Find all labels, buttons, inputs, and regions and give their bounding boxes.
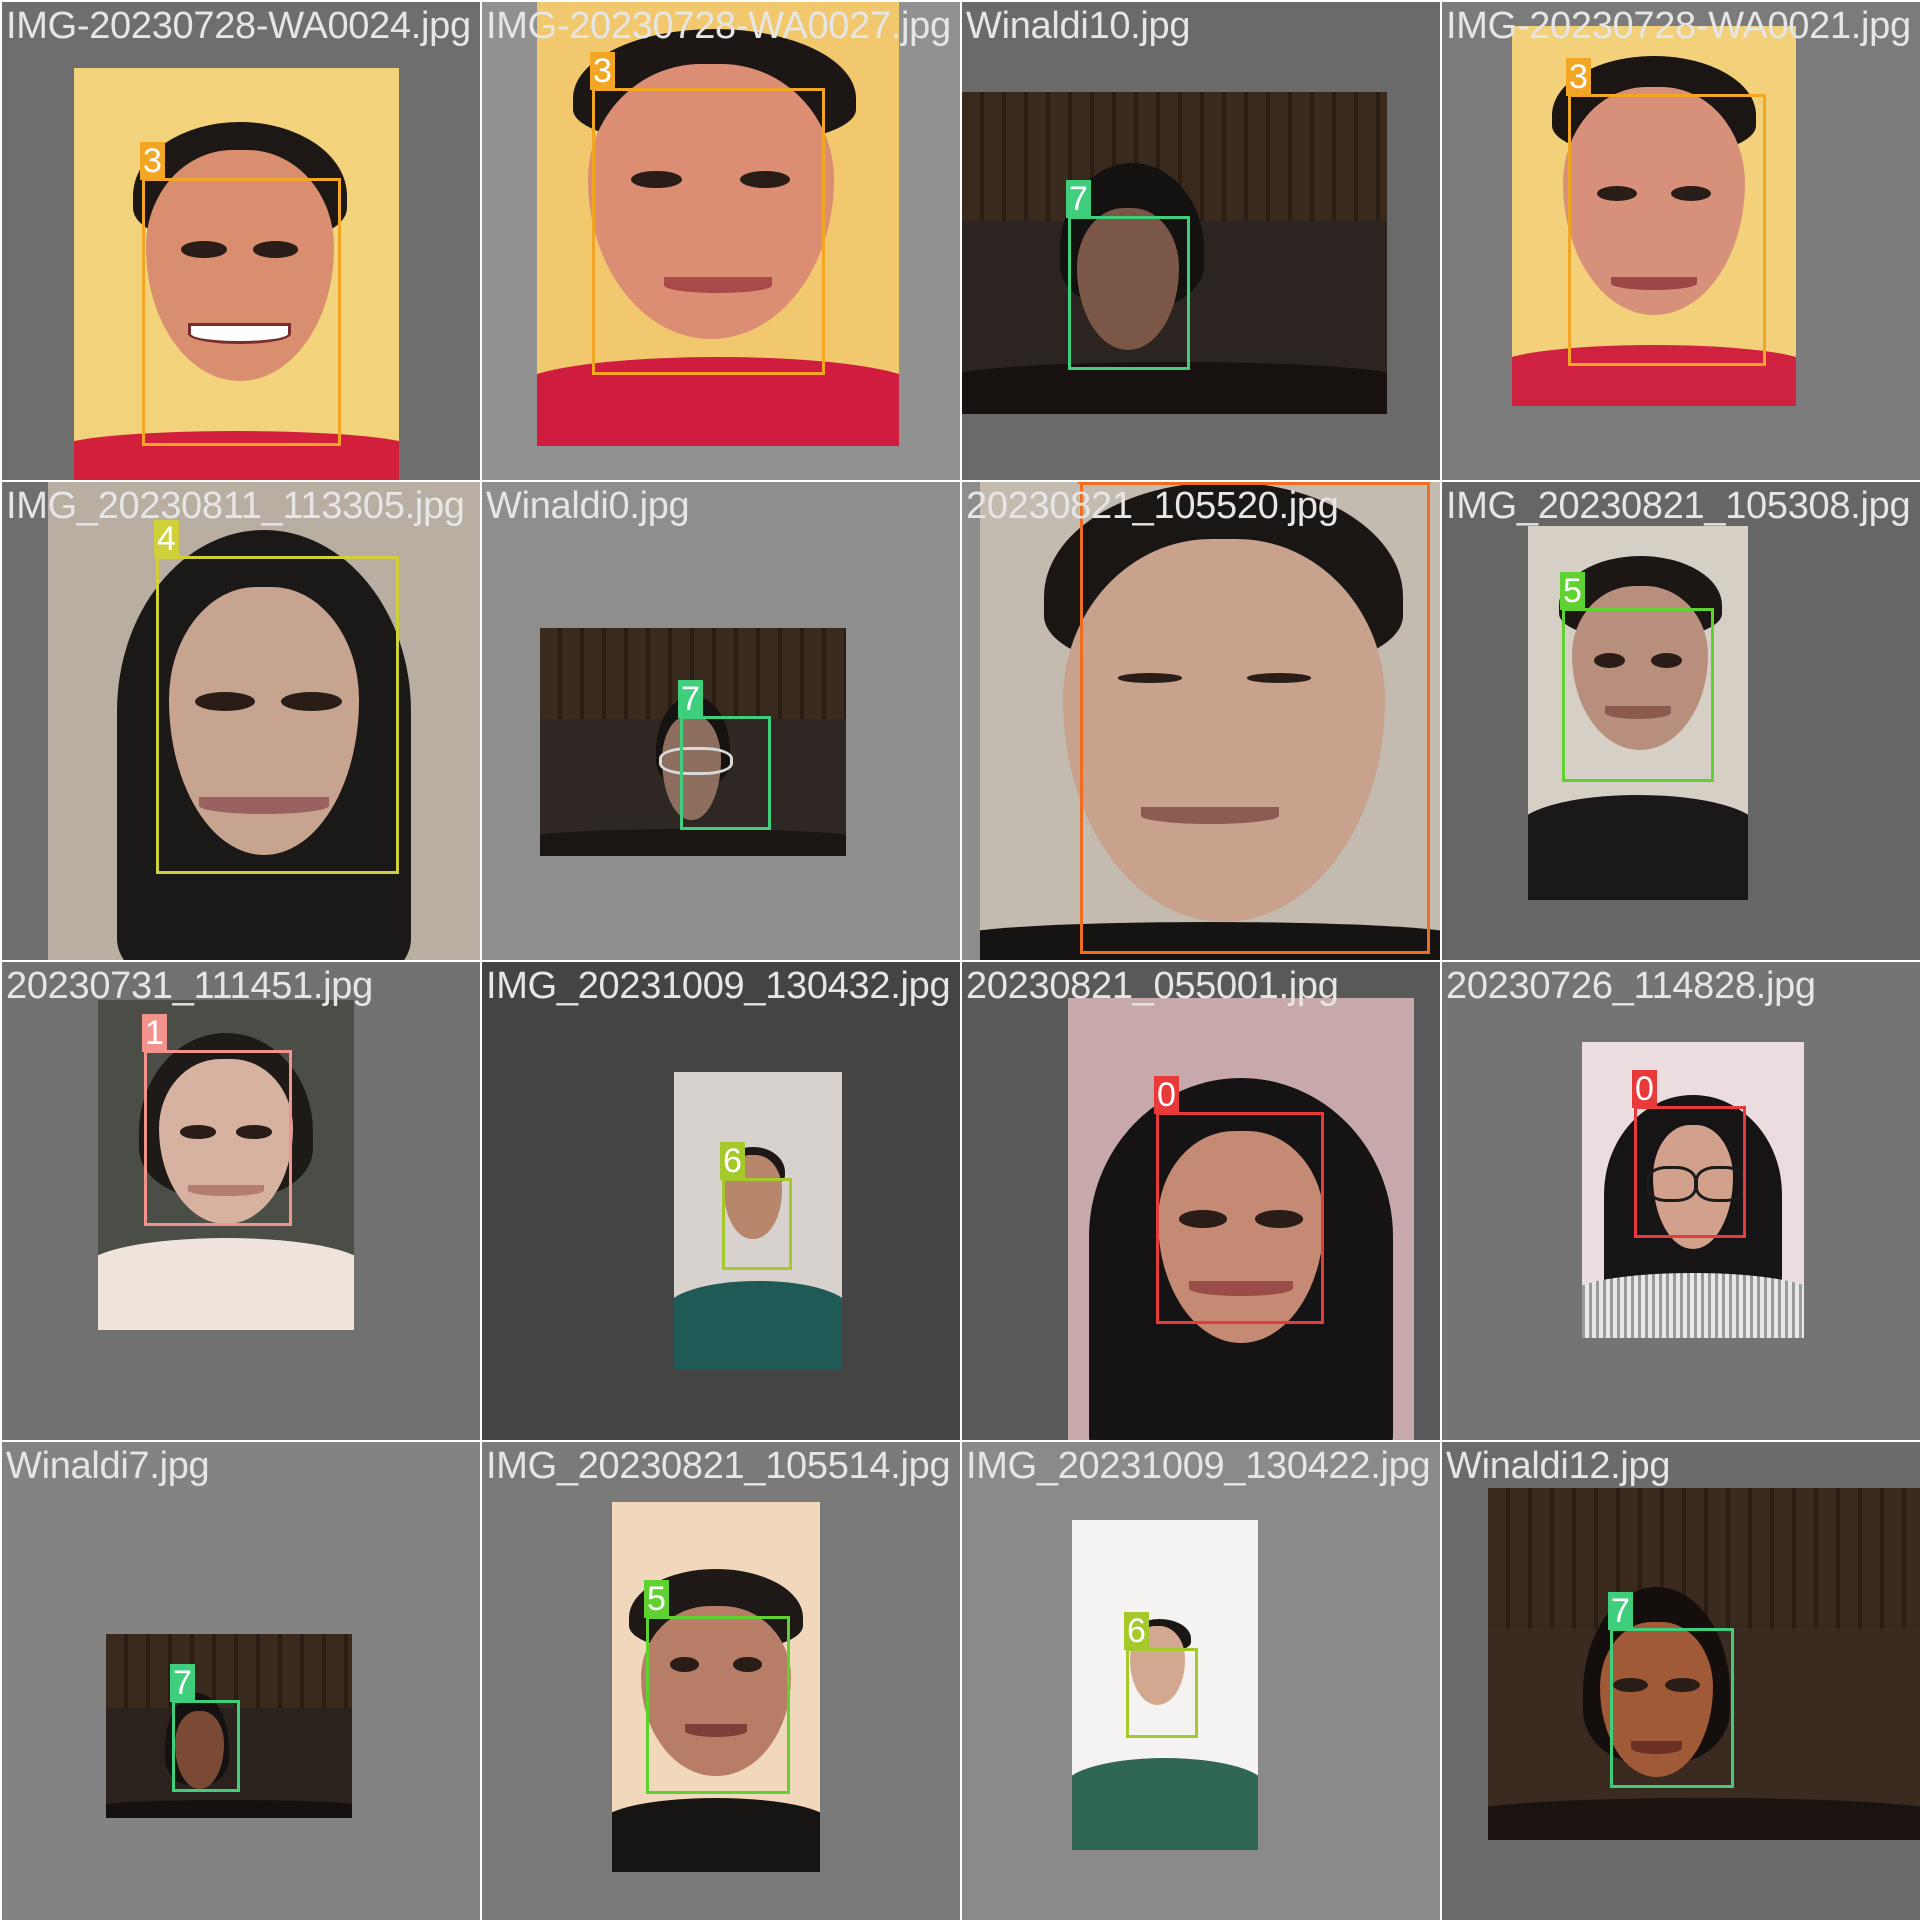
image-filename: 20230821_105520.jpg [966,485,1339,527]
mosaic-tile: 3 IMG-20230728-WA0027.jpg [482,2,960,480]
class-label: 6 [1124,1612,1149,1650]
mosaic-tile: 7 Winaldi7.jpg [2,1442,480,1920]
class-label: 1 [142,1014,167,1052]
class-label: 3 [1566,58,1591,96]
mosaic-tile: 5 IMG_20230821_105514.jpg [482,1442,960,1920]
class-label: 7 [1066,180,1091,218]
class-label: 0 [1632,1070,1657,1108]
image-filename: IMG_20230821_105514.jpg [486,1445,951,1487]
class-label: 7 [678,680,703,718]
bounding-box [722,1178,792,1270]
mosaic-tile: 7 Winaldi0.jpg [482,482,960,960]
class-label: 6 [720,1142,745,1180]
class-label: 3 [590,52,615,90]
image-filename: IMG-20230728-WA0024.jpg [6,5,471,47]
image-filename: Winaldi0.jpg [486,485,690,527]
bounding-box [1126,1648,1198,1738]
bounding-box [1562,608,1714,782]
image-filename: Winaldi7.jpg [6,1445,210,1487]
bounding-box [1080,482,1430,954]
mosaic-tile: 0 20230726_114828.jpg [1442,962,1920,1440]
bounding-box [172,1700,240,1792]
mosaic-tile: 3 IMG-20230728-WA0024.jpg [2,2,480,480]
class-label: 5 [1560,572,1585,610]
bounding-box [646,1616,790,1794]
image-filename: 20230731_111451.jpg [6,965,373,1007]
image-filename: 20230726_114828.jpg [1446,965,1816,1007]
bounding-box [1068,216,1190,370]
bounding-box [1634,1106,1746,1238]
class-label: 0 [1154,1076,1179,1114]
image-filename: IMG-20230728-WA0021.jpg [1446,5,1911,47]
class-label: 7 [1608,1592,1633,1630]
mosaic-tile: 3 IMG-20230728-WA0021.jpg [1442,2,1920,480]
class-label: 5 [644,1580,669,1618]
bounding-box [1156,1112,1324,1324]
mosaic-tile: 7 Winaldi12.jpg [1442,1442,1920,1920]
bounding-box [680,716,771,830]
bounding-box [142,178,341,446]
mosaic-tile: 6 IMG_20231009_130422.jpg [962,1442,1440,1920]
bounding-box [1610,1628,1734,1788]
mosaic-tile: 5 IMG_20230821_105308.jpg [1442,482,1920,960]
bounding-box [592,88,825,375]
mosaic-tile: 0 20230821_055001.jpg [962,962,1440,1440]
detection-mosaic: 3 IMG-20230728-WA0024.jpg 3 IMG-20230728… [0,0,1920,1920]
mosaic-tile: 4 IMG_20230811_113305.jpg [2,482,480,960]
image-filename: 20230821_055001.jpg [966,965,1339,1007]
image-filename: IMG_20230821_105308.jpg [1446,485,1911,527]
image-filename: Winaldi12.jpg [1446,1445,1671,1487]
image-filename: Winaldi10.jpg [966,5,1191,47]
mosaic-tile: 6 IMG_20231009_130432.jpg [482,962,960,1440]
mosaic-tile: 7 Winaldi10.jpg [962,2,1440,480]
bounding-box [156,556,399,874]
image-filename: IMG-20230728-WA0027.jpg [486,5,951,47]
class-label: 7 [170,1664,195,1702]
mosaic-tile: 2 20230821_105520.jpg [962,482,1440,960]
image-filename: IMG_20231009_130432.jpg [486,965,951,1007]
bounding-box [144,1050,292,1226]
image-filename: IMG_20230811_113305.jpg [6,485,465,527]
bounding-box [1568,94,1766,366]
mosaic-tile: 1 20230731_111451.jpg [2,962,480,1440]
image-filename: IMG_20231009_130422.jpg [966,1445,1431,1487]
class-label: 3 [140,142,165,180]
